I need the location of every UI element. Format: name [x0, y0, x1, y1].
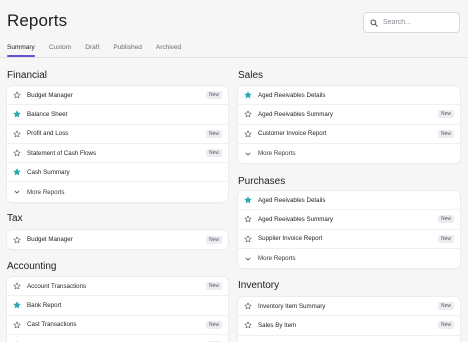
purchases-card: Aged Reeivables Details Aged Reeivables S… — [238, 191, 460, 269]
star-filled-icon[interactable] — [13, 168, 21, 176]
report-row[interactable]: Cast Transactions New — [7, 316, 228, 335]
report-row[interactable]: Statement of Cash Flows New — [7, 144, 228, 164]
sales-card: Aged Reeivables Details Aged Reeivables S… — [238, 86, 460, 164]
section-title-sales: Sales — [238, 70, 264, 81]
report-name: Supplier Invoice Report — [258, 235, 323, 243]
report-name: Bank Report — [27, 301, 62, 309]
report-name: Cast Transactions — [27, 321, 77, 329]
star-outline-icon[interactable] — [244, 110, 252, 118]
tab-published[interactable]: Published — [113, 42, 142, 57]
more-reports-button[interactable]: More Reports — [238, 249, 460, 268]
star-filled-icon[interactable] — [244, 91, 252, 99]
star-filled-icon[interactable] — [13, 110, 21, 118]
tax-card: Budget Manager New — [7, 230, 228, 250]
report-row[interactable]: Profit and Loss New — [7, 125, 228, 144]
report-name: Inventory Item Summary — [258, 302, 326, 310]
star-outline-icon[interactable] — [244, 302, 252, 310]
report-row[interactable]: Aged Reeivables Details — [238, 86, 460, 106]
section-title-accounting: Accounting — [7, 261, 57, 272]
section-title-tax: Tax — [7, 213, 23, 224]
more-reports-label: More Reports — [258, 255, 296, 263]
report-name: Aged Reeivables Summary — [258, 110, 333, 118]
report-name: Cash Summary — [27, 168, 70, 176]
report-row[interactable]: Supplier Invoice Report New — [238, 230, 460, 249]
report-name: Profit and Loss — [27, 130, 69, 138]
star-outline-icon[interactable] — [13, 91, 21, 99]
report-row[interactable]: Aged Reeivables Details — [238, 191, 460, 211]
new-badge: New — [437, 302, 454, 311]
report-name: Aged Reeivables Summary — [258, 215, 333, 223]
report-row[interactable]: Account Transactions New — [7, 277, 228, 297]
new-badge: New — [205, 235, 222, 244]
tab-summary[interactable]: Summary — [7, 42, 35, 57]
report-name: Account Transactions — [27, 282, 87, 290]
new-badge: New — [205, 282, 222, 291]
chevron-down-icon — [245, 152, 251, 156]
star-filled-icon[interactable] — [244, 196, 252, 204]
inventory-card: Inventory Item Summary New Sales By Item Ne… — [238, 297, 460, 342]
new-badge: New — [437, 110, 454, 119]
star-outline-icon[interactable] — [13, 236, 21, 244]
new-badge: New — [205, 320, 222, 329]
section-title-purchases: Purchases — [238, 176, 286, 187]
more-reports-button[interactable]: More Reports — [7, 182, 228, 201]
star-outline-icon[interactable] — [13, 130, 21, 138]
report-name: Aged Reeivables Details — [258, 91, 326, 99]
report-name: Aged Reeivables Details — [258, 196, 326, 204]
tab-archived[interactable]: Archived — [156, 42, 181, 57]
new-badge: New — [205, 91, 222, 100]
report-row[interactable]: Sales By Item New — [238, 316, 460, 336]
star-outline-icon[interactable] — [244, 130, 252, 138]
star-outline-icon[interactable] — [13, 282, 21, 290]
star-outline-icon[interactable] — [13, 149, 21, 157]
new-badge: New — [437, 215, 454, 224]
star-outline-icon[interactable] — [244, 215, 252, 223]
tab-custom[interactable]: Custom — [49, 42, 71, 57]
report-row[interactable]: New — [7, 335, 228, 342]
report-row[interactable]: Budget Manager New — [7, 230, 228, 249]
report-name: Customer Invoice Report — [258, 130, 327, 138]
new-badge: New — [437, 321, 454, 330]
report-row[interactable]: Cash Summary — [7, 163, 228, 183]
report-row[interactable]: Aged Reeivables Summary New — [238, 210, 460, 230]
page-title: Reports — [7, 11, 68, 30]
section-title-inventory: Inventory — [238, 280, 280, 291]
star-outline-icon[interactable] — [13, 321, 21, 329]
star-outline-icon[interactable] — [244, 235, 252, 243]
more-reports-button[interactable]: More Reports — [238, 144, 460, 163]
new-badge: New — [437, 234, 454, 243]
new-badge: New — [437, 129, 454, 138]
chevron-down-icon — [14, 190, 20, 194]
financial-card: Budget Manager New Balance Sheet Profit and… — [7, 86, 228, 202]
tabs-divider — [0, 57, 468, 58]
search-icon — [370, 18, 378, 27]
accounting-card: Account Transactions New Bank Report Cast T… — [7, 277, 228, 342]
search-box[interactable] — [363, 12, 460, 33]
report-name: Budget Manager — [27, 236, 73, 244]
report-row[interactable]: Budget Manager New — [7, 86, 228, 106]
report-name: Sales By Item — [258, 321, 297, 329]
report-row[interactable]: Inventory Item Summary New — [238, 297, 460, 317]
new-badge: New — [205, 129, 222, 138]
report-row[interactable]: Customer Invoice Report New — [238, 125, 460, 144]
section-title-financial: Financial — [7, 70, 48, 81]
report-row[interactable]: Bank Report — [7, 296, 228, 316]
star-outline-icon[interactable] — [244, 321, 252, 329]
report-row[interactable]: Balance Sheet — [7, 105, 228, 125]
star-filled-icon[interactable] — [13, 301, 21, 309]
report-name: Budget Manager — [27, 91, 73, 99]
tab-draft[interactable]: Draft — [85, 42, 99, 57]
more-reports-label: More Reports — [258, 150, 296, 158]
new-badge: New — [205, 149, 222, 158]
report-row[interactable]: Aged Reeivables Summary New — [238, 105, 460, 125]
chevron-down-icon — [245, 257, 251, 261]
report-name: Balance Sheet — [27, 110, 68, 118]
more-reports-label: More Reports — [27, 188, 65, 196]
search-input[interactable] — [383, 19, 453, 26]
report-name: Statement of Cash Flows — [27, 149, 97, 157]
report-row[interactable] — [238, 336, 460, 342]
report-tabs: Summary Custom Draft Published Archived — [7, 42, 195, 57]
